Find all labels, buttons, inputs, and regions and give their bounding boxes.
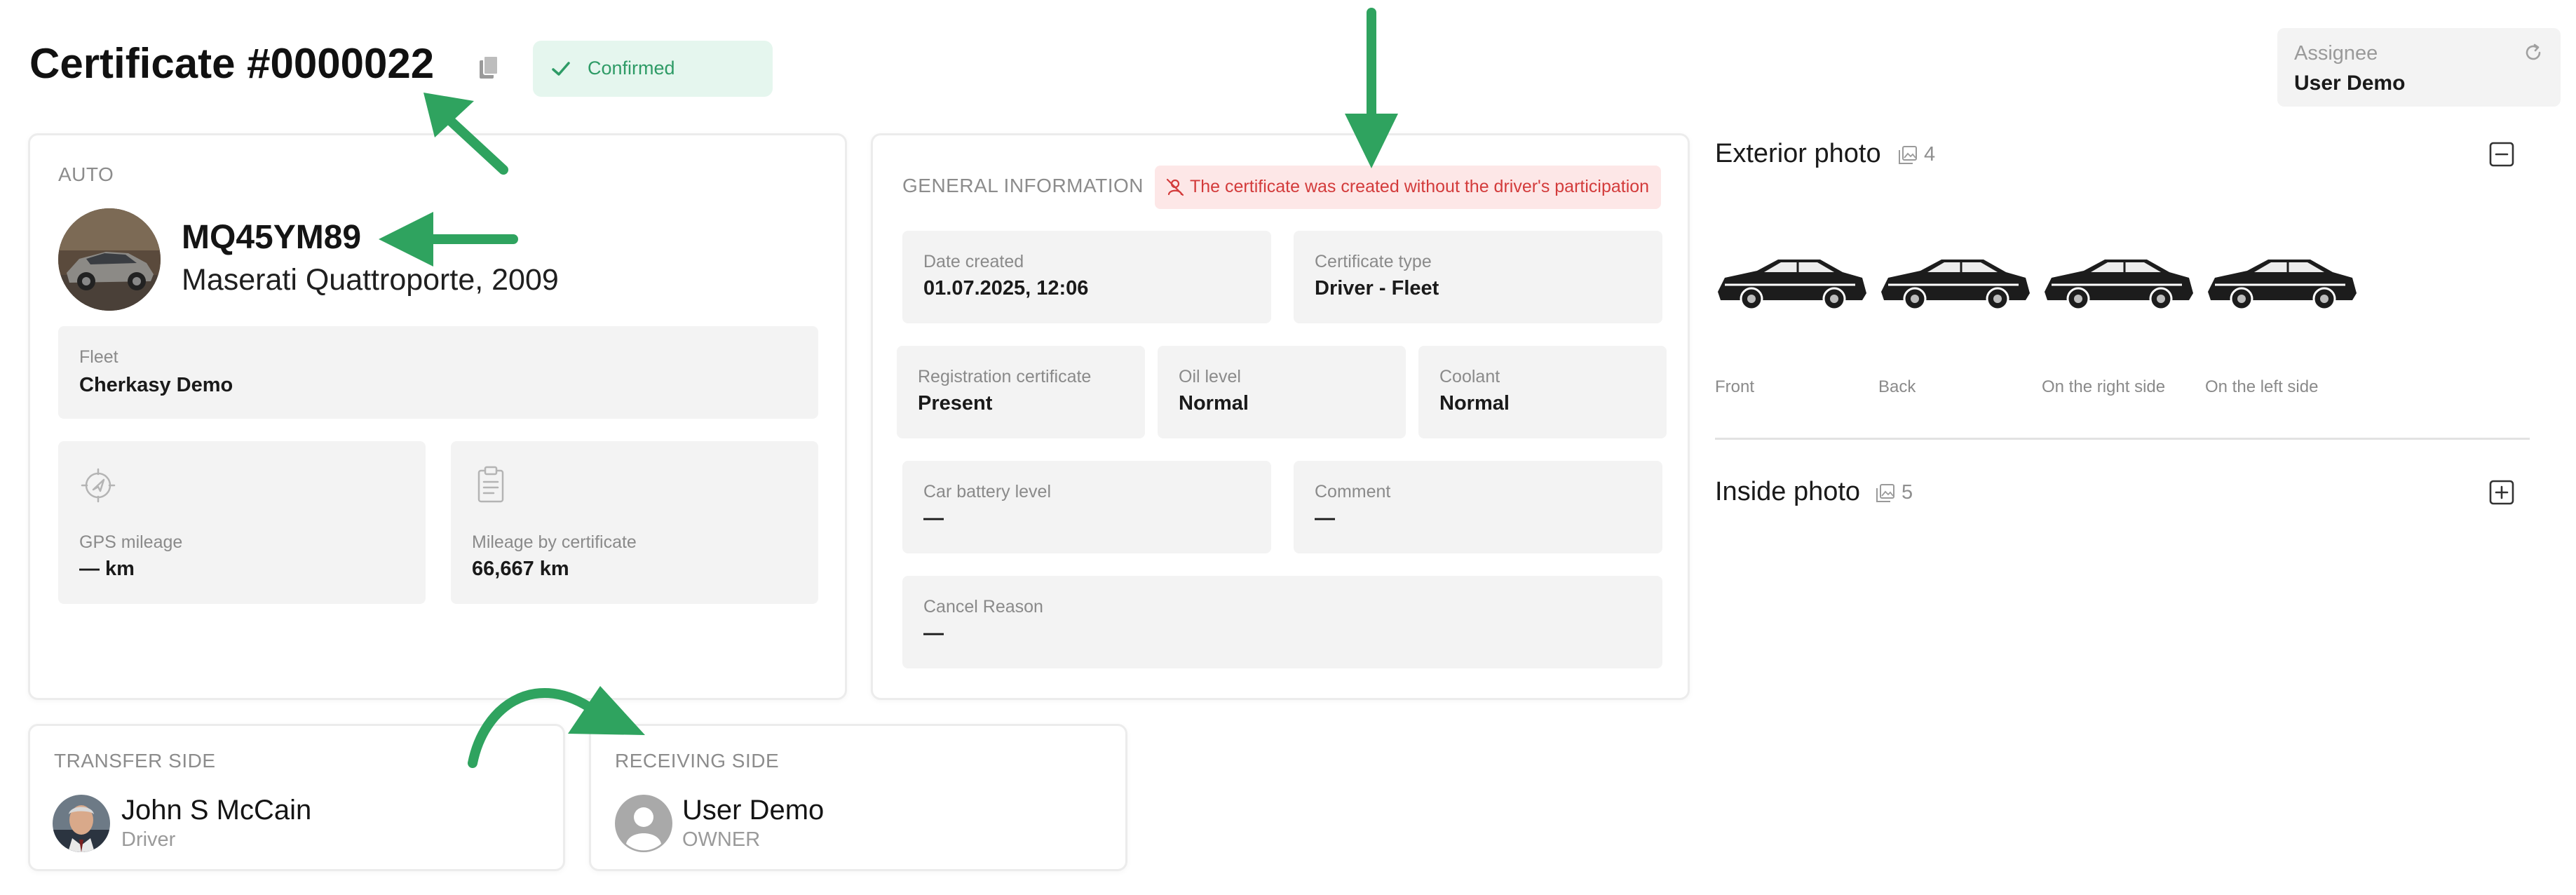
fleet-label: Fleet	[79, 347, 118, 367]
annotation-arrow	[379, 212, 518, 267]
oil-level-label: Oil level	[1179, 367, 1241, 386]
gps-mileage-value: — km	[79, 558, 135, 580]
car-thumbnail[interactable]	[2042, 250, 2196, 313]
driver-role: Driver	[121, 828, 176, 851]
fleet-field: Fleet Cherkasy Demo	[58, 326, 818, 419]
car-plate: MQ45YM89	[182, 219, 362, 256]
annotation-arrow	[423, 93, 508, 175]
transfer-section-label: TRANSFER SIDE	[54, 750, 216, 772]
fleet-value: Cherkasy Demo	[79, 374, 233, 396]
oil-level-value: Normal	[1179, 392, 1249, 415]
date-created-label: Date created	[923, 252, 1024, 271]
copy-icon[interactable]	[477, 55, 502, 83]
coolant-label: Coolant	[1439, 367, 1500, 386]
battery-field: Car battery level —	[902, 461, 1271, 553]
receiver-role: OWNER	[682, 828, 761, 851]
car-photo[interactable]	[58, 208, 161, 311]
car-thumbnail[interactable]	[2205, 250, 2359, 313]
thumbnail-caption: On the right side	[2042, 377, 2166, 396]
thumbnail-caption: Back	[1878, 377, 1916, 396]
gps-mileage-field: GPS mileage — km	[58, 441, 426, 604]
cancel-reason-label: Cancel Reason	[923, 597, 1043, 617]
user-avatar-icon[interactable]	[615, 795, 672, 852]
cancel-reason-value: —	[923, 622, 944, 645]
coolant-value: Normal	[1439, 392, 1510, 415]
assignee-label: Assignee	[2294, 42, 2378, 65]
battery-value: —	[923, 507, 944, 530]
comment-label: Comment	[1315, 482, 1391, 502]
inside-photo-count: 5	[1902, 481, 1913, 504]
cert-type-field: Certificate type Driver - Fleet	[1294, 231, 1662, 323]
annotation-arrow	[468, 686, 645, 768]
auto-section-label: AUTO	[58, 163, 114, 185]
divider	[1715, 438, 2530, 440]
gps-mileage-label: GPS mileage	[79, 532, 183, 552]
coolant-field: Coolant Normal	[1418, 346, 1667, 438]
date-created-field: Date created 01.07.2025, 12:06	[902, 231, 1271, 323]
assignee-name: User Demo	[2294, 72, 2406, 95]
refresh-icon[interactable]	[2523, 42, 2544, 63]
inside-photo-title: Inside photo	[1715, 477, 1861, 506]
car-thumbnail[interactable]	[1715, 250, 1869, 313]
reg-cert-field: Registration certificate Present	[897, 346, 1145, 438]
warning-text: The certificate was created without the …	[1190, 177, 1650, 196]
receiver-name: User Demo	[682, 795, 825, 826]
cert-type-value: Driver - Fleet	[1315, 277, 1439, 300]
exterior-photo-count: 4	[1924, 143, 1936, 166]
comment-value: —	[1315, 507, 1335, 530]
thumbnail-caption: On the left side	[2205, 377, 2319, 396]
date-created-value: 01.07.2025, 12:06	[923, 277, 1089, 300]
general-section-label: GENERAL INFORMATION	[902, 175, 1144, 196]
exterior-photo-title: Exterior photo	[1715, 139, 1881, 168]
check-icon	[552, 62, 570, 76]
battery-label: Car battery level	[923, 482, 1052, 502]
assignee-selector[interactable]: Assignee User Demo	[2277, 28, 2561, 107]
expand-icon[interactable]	[2489, 480, 2514, 505]
status-text: Confirmed	[588, 58, 675, 79]
cert-mileage-value: 66,667 km	[472, 558, 569, 580]
cancel-reason-field: Cancel Reason —	[902, 576, 1662, 668]
status-badge: Confirmed	[533, 41, 773, 97]
gallery-icon	[1899, 146, 1917, 164]
collapse-icon[interactable]	[2489, 142, 2514, 167]
gallery-icon	[1876, 484, 1894, 502]
reg-cert-value: Present	[918, 392, 993, 415]
gps-icon	[81, 468, 116, 503]
annotation-arrow	[1345, 8, 1398, 168]
cert-mileage-field: Mileage by certificate 66,667 km	[451, 441, 818, 604]
car-thumbnail[interactable]	[1878, 250, 2033, 313]
cert-mileage-label: Mileage by certificate	[472, 532, 637, 552]
reg-cert-label: Registration certificate	[918, 367, 1092, 386]
cert-type-label: Certificate type	[1315, 252, 1432, 271]
general-info-card: GENERAL INFORMATION The certificate was …	[871, 133, 1690, 700]
oil-level-field: Oil level Normal	[1158, 346, 1406, 438]
page-title: Certificate #0000022	[29, 40, 435, 87]
warning-chip: The certificate was created without the …	[1155, 166, 1661, 209]
driver-name: John S McCain	[121, 795, 312, 826]
user-off-icon	[1166, 178, 1184, 196]
comment-field: Comment —	[1294, 461, 1662, 553]
driver-avatar[interactable]	[53, 795, 110, 852]
clipboard-icon	[477, 466, 504, 503]
receiving-side-card: RECEIVING SIDE User Demo OWNER	[589, 724, 1127, 871]
thumbnail-caption: Front	[1715, 377, 1755, 396]
